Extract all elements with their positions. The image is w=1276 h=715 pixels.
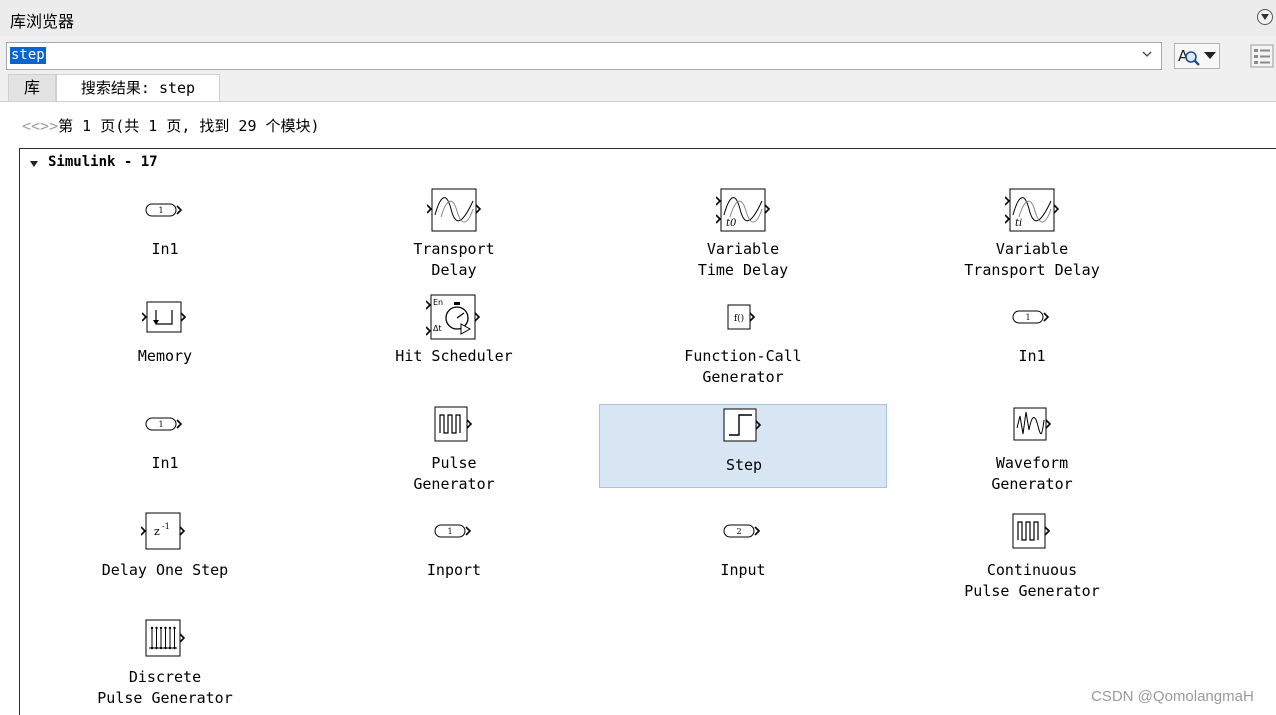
inport-1-icon[interactable]: 1 — [434, 523, 474, 539]
panel-menu-chevron-icon[interactable] — [1257, 9, 1273, 25]
group-title: Simulink - 17 — [48, 154, 158, 170]
block-label: Inport — [426, 561, 482, 579]
block-label: Discrete Pulse Generator — [97, 668, 233, 707]
chevron-down-icon[interactable] — [1142, 49, 1152, 59]
block-input[interactable]: 2 Input — [599, 504, 887, 594]
svg-text:2: 2 — [736, 527, 741, 536]
transport-delay-icon[interactable] — [427, 187, 481, 233]
svg-text:ti: ti — [1015, 218, 1022, 229]
window-title: 库浏览器 — [10, 12, 75, 31]
block-variable-time-delay[interactable]: t0 Variable Time Delay — [599, 183, 887, 279]
pager: <<>>第 1 页(共 1 页, 找到 29 个模块) — [22, 116, 320, 136]
block-variable-transport-delay[interactable]: ti Variable Transport Delay — [888, 183, 1176, 279]
block-label: Waveform Generator — [991, 454, 1073, 493]
search-icon[interactable]: A — [1176, 45, 1202, 67]
block-in1[interactable]: 1 In1 — [21, 183, 309, 273]
svg-text:1: 1 — [158, 420, 163, 429]
svg-text:-1: -1 — [162, 522, 170, 531]
block-waveform-generator[interactable]: Waveform Generator — [888, 397, 1176, 493]
search-input-value[interactable]: step — [10, 47, 46, 64]
svg-text:t0: t0 — [726, 218, 737, 229]
block-in1[interactable]: 1 In1 — [888, 290, 1176, 380]
block-inport[interactable]: 1 Inport — [310, 504, 598, 594]
svg-text:1: 1 — [447, 527, 452, 536]
svg-text:1: 1 — [158, 206, 163, 215]
block-memory[interactable]: Memory — [21, 290, 309, 380]
tab-library[interactable]: 库 — [8, 74, 56, 101]
block-step[interactable]: Step — [599, 404, 887, 488]
inport-1-icon[interactable]: 1 — [145, 202, 185, 218]
variable-time-delay-icon[interactable]: t0 — [716, 187, 770, 233]
block-discrete-pulse-generator[interactable]: Discrete Pulse Generator — [21, 611, 309, 707]
block-label: In1 — [1018, 347, 1046, 365]
search-input[interactable] — [6, 42, 1162, 70]
svg-text:f(): f() — [734, 313, 744, 324]
page-arrows[interactable]: <> — [31, 117, 49, 135]
block-label: Input — [720, 561, 766, 579]
svg-text:1: 1 — [1025, 313, 1030, 322]
block-transport-delay[interactable]: Transport Delay — [310, 183, 598, 279]
function-call-generator-icon[interactable]: f() — [726, 303, 760, 331]
block-label: Transport Delay — [413, 240, 495, 279]
block-hit-scheduler[interactable]: En Δt Hit Scheduler — [310, 290, 598, 380]
block-continuous-pulse-generator[interactable]: Continuous Pulse Generator — [888, 504, 1176, 600]
block-label: In1 — [151, 240, 179, 258]
waveform-generator-icon[interactable] — [1010, 406, 1054, 442]
block-pulse-generator[interactable]: Pulse Generator — [310, 397, 598, 493]
hit-scheduler-icon[interactable]: En Δt — [426, 293, 482, 341]
block-label: Step — [725, 456, 763, 474]
list-view-icon[interactable] — [1250, 44, 1274, 68]
inport-1-icon[interactable]: 1 — [145, 416, 185, 432]
svg-text:Δt: Δt — [433, 324, 442, 333]
block-label: Function-Call Generator — [684, 347, 802, 386]
svg-text:z: z — [154, 525, 160, 538]
pager-text: 第 1 页(共 1 页, 找到 29 个模块) — [58, 117, 320, 135]
watermark: CSDN @QomolangmaH — [1091, 688, 1254, 705]
tab-search-results[interactable]: 搜索结果: step — [56, 74, 220, 101]
block-label: In1 — [151, 454, 179, 472]
continuous-pulse-generator-icon[interactable] — [1011, 512, 1053, 550]
inport-1-icon[interactable]: 1 — [1012, 309, 1052, 325]
prev-page-arrow[interactable]: < — [22, 117, 31, 135]
delay-one-step-icon[interactable]: z -1 — [141, 511, 189, 551]
collapse-triangle-icon[interactable] — [28, 158, 40, 170]
next-page-arrow[interactable]: > — [49, 117, 58, 135]
memory-icon[interactable] — [142, 300, 188, 334]
block-label: Memory — [137, 347, 193, 365]
search-options-dropdown-icon[interactable] — [1204, 52, 1216, 60]
block-in1[interactable]: 1 In1 — [21, 397, 309, 487]
block-delay-one-step[interactable]: z -1 Delay One Step — [21, 504, 309, 594]
variable-transport-delay-icon[interactable]: ti — [1005, 187, 1059, 233]
block-function-call-generator[interactable]: f() Function-Call Generator — [599, 290, 887, 386]
block-label: Continuous Pulse Generator — [964, 561, 1100, 600]
block-label: Pulse Generator — [413, 454, 495, 493]
block-label: Variable Time Delay — [697, 240, 789, 279]
discrete-pulse-generator-icon[interactable] — [143, 618, 187, 658]
pulse-generator-icon[interactable] — [433, 405, 475, 443]
block-label: Variable Transport Delay — [964, 240, 1100, 279]
block-label: Delay One Step — [101, 561, 229, 579]
svg-text:En: En — [433, 298, 443, 307]
title-bar — [0, 0, 1276, 37]
inport-2-icon[interactable]: 2 — [723, 523, 763, 539]
block-label: Hit Scheduler — [395, 347, 513, 365]
step-icon[interactable] — [722, 407, 764, 443]
